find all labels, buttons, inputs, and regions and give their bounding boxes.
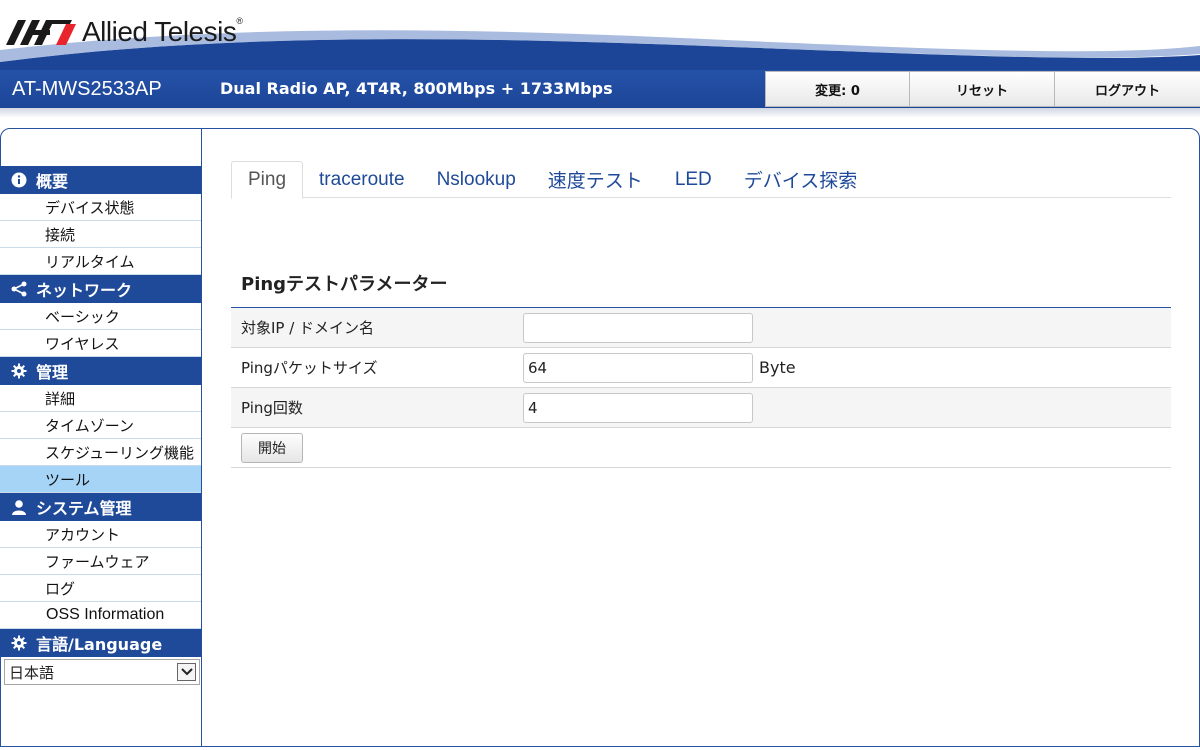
target-label: 対象IP / ドメイン名 [241, 319, 375, 337]
target-input[interactable] [523, 312, 753, 343]
packet-size-unit: Byte [759, 358, 796, 377]
sidebar-section-label: 言語/Language [36, 635, 163, 654]
sidebar-section-management: 管理 [0, 357, 201, 385]
sidebar-item-advanced[interactable]: 詳細 [0, 385, 201, 412]
sidebar-item-tools[interactable]: ツール [0, 466, 201, 493]
form-row-actions: 開始 [231, 428, 1171, 468]
changes-button[interactable]: 変更: 0 [765, 71, 910, 107]
sidebar-item-account[interactable]: アカウント [0, 521, 201, 548]
share-icon [10, 280, 28, 298]
sidebar-item-scheduling[interactable]: スケジューリング機能 [0, 439, 201, 466]
sidebar-section-label: 管理 [36, 363, 69, 382]
sidebar-section-label: システム管理 [36, 499, 132, 518]
trademark-symbol: ® [236, 16, 243, 26]
tab-ping[interactable]: Ping [231, 161, 304, 199]
device-model: AT-MWS2533AP [12, 78, 162, 100]
ping-form-title: Pingテストパラメーター [241, 274, 448, 295]
tab-led[interactable]: LED [659, 161, 728, 198]
device-description: Dual Radio AP, 4T4R, 800Mbps + 1733Mbps [220, 79, 613, 98]
gear-icon [10, 362, 28, 380]
brand-name: Allied Telesis [82, 16, 237, 47]
tab-traceroute[interactable]: traceroute [303, 161, 421, 198]
header-banner: Allied Telesis® [0, 0, 1200, 70]
language-select[interactable]: 日本語 [4, 659, 200, 685]
sidebar-item-basic[interactable]: ベーシック [0, 303, 201, 330]
sidebar-item-firmware[interactable]: ファームウェア [0, 548, 201, 575]
sidebar-item-log[interactable]: ログ [0, 575, 201, 602]
form-row-target: 対象IP / ドメイン名 [231, 308, 1171, 348]
ping-form: 対象IP / ドメイン名 Pingパケットサイズ 64 Byte Ping回数 … [231, 307, 1171, 468]
header-actions: 変更: 0 リセット ログアウト [765, 71, 1200, 107]
sidebar-divider [201, 128, 202, 747]
sidebar: 概要 デバイス状態 接続 リアルタイム ネットワーク ベーシック ワイヤレス 管… [0, 166, 201, 685]
sidebar-section-label: ネットワーク [36, 281, 133, 300]
sidebar-section-network: ネットワーク [0, 275, 201, 303]
tab-speed-test[interactable]: 速度テスト [532, 161, 659, 198]
ping-count-label: Ping回数 [241, 399, 303, 417]
sidebar-item-connections[interactable]: 接続 [0, 221, 201, 248]
tab-device-discovery[interactable]: デバイス探索 [728, 161, 873, 198]
sidebar-section-overview: 概要 [0, 166, 201, 194]
sidebar-item-device-status[interactable]: デバイス状態 [0, 194, 201, 221]
sidebar-item-realtime[interactable]: リアルタイム [0, 248, 201, 275]
sidebar-item-wireless[interactable]: ワイヤレス [0, 330, 201, 357]
language-select-value: 日本語 [9, 663, 55, 682]
allied-telesis-logo: Allied Telesis® [6, 16, 243, 48]
gear-icon [10, 634, 28, 652]
header-shadow [0, 108, 1200, 118]
packet-size-input[interactable]: 64 [523, 352, 753, 383]
tab-nslookup[interactable]: Nslookup [421, 161, 532, 198]
reset-button[interactable]: リセット [910, 71, 1055, 107]
sidebar-item-oss-information[interactable]: OSS Information [0, 602, 201, 629]
sidebar-section-label: 概要 [36, 172, 69, 191]
user-icon [10, 498, 28, 516]
allied-telesis-logo-mark [6, 20, 76, 45]
form-row-count: Ping回数 4 [231, 388, 1171, 428]
ping-count-input[interactable]: 4 [523, 392, 753, 423]
chevron-down-icon[interactable] [177, 663, 196, 681]
sidebar-section-language: 言語/Language [0, 629, 201, 657]
form-row-packet-size: Pingパケットサイズ 64 Byte [231, 348, 1171, 388]
packet-size-label: Pingパケットサイズ [241, 359, 378, 377]
sidebar-item-timezone[interactable]: タイムゾーン [0, 412, 201, 439]
start-button[interactable]: 開始 [241, 433, 303, 463]
sidebar-section-system: システム管理 [0, 493, 201, 521]
tool-tabs: Ping traceroute Nslookup 速度テスト LED デバイス探… [231, 161, 1171, 199]
logout-button[interactable]: ログアウト [1055, 71, 1200, 107]
info-icon [10, 171, 28, 189]
